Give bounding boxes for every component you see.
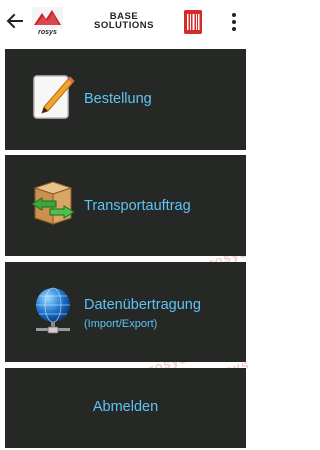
menu-item-label: Transportauftrag	[84, 198, 191, 214]
menu-item-datenuebertragung[interactable]: Datenübertragung (Import/Export)	[5, 262, 246, 362]
menu-item-bestellung[interactable]: Bestellung	[5, 49, 246, 150]
globe-network-icon	[30, 287, 76, 334]
app-bar: rosys BASE SOLUTIONS	[0, 0, 253, 44]
rosys-logo-text: rosys	[38, 29, 57, 36]
barcode-icon[interactable]	[184, 10, 202, 34]
menu-item-transportauftrag[interactable]: Transportauftrag	[5, 155, 246, 256]
menu-item-label: Bestellung	[84, 91, 152, 107]
rosys-logo: rosys	[32, 7, 63, 36]
menu-item-label: Datenübertragung	[84, 297, 201, 313]
more-vert-icon[interactable]	[224, 10, 244, 34]
menu-item-sublabel: (Import/Export)	[84, 318, 158, 330]
menu-item-abmelden[interactable]: Abmelden	[5, 368, 246, 448]
brand-line2: SOLUTIONS	[94, 20, 154, 31]
notepad-pencil-icon	[30, 73, 76, 119]
box-transfer-icon	[30, 180, 76, 226]
back-arrow-icon[interactable]	[4, 10, 26, 32]
brand-logo: BASE SOLUTIONS	[74, 12, 174, 31]
logout-label: Abmelden	[92, 399, 159, 415]
